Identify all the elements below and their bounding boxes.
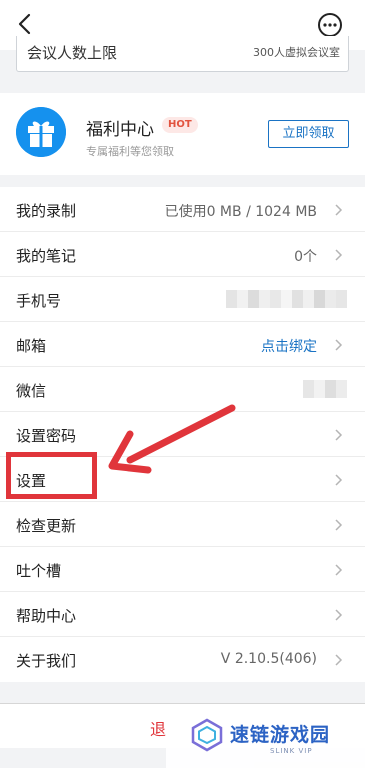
bind-email-link[interactable]: 点击绑定 (261, 336, 317, 356)
watermark-text: 速链游戏园 (230, 724, 331, 746)
meeting-capacity-card: 会议人数上限 300人虚拟会议室 (16, 36, 349, 72)
list-item-about-us[interactable]: 关于我们 V 2.10.5(406) (0, 637, 365, 682)
hot-badge: HOT (162, 117, 198, 133)
watermark-logo-icon (191, 718, 223, 752)
gift-icon (16, 107, 66, 157)
more-options-icon[interactable] (317, 12, 343, 38)
chevron-right-icon (335, 564, 343, 576)
chevron-right-icon (335, 204, 343, 216)
claim-now-button[interactable]: 立即领取 (268, 120, 349, 148)
list-item-label: 邮箱 (16, 337, 47, 355)
list-item-set-password[interactable]: 设置密码 (0, 412, 365, 457)
app-version: V 2.10.5(406) (220, 651, 317, 667)
list-item-value: 0个 (294, 249, 317, 265)
list-item-label: 微信 (16, 382, 47, 400)
list-item-label: 手机号 (16, 292, 62, 310)
list-item-label: 帮助中心 (16, 607, 77, 625)
chevron-right-icon (335, 249, 343, 261)
chevron-right-icon (335, 429, 343, 441)
welfare-center-card[interactable]: 福利中心 HOT 专属福利等您领取 立即领取 (0, 93, 365, 175)
chevron-right-icon (335, 339, 343, 351)
list-item-label: 我的录制 (16, 202, 77, 220)
list-item-phone[interactable]: 手机号 (0, 277, 365, 322)
welfare-subtitle: 专属福利等您领取 (86, 145, 174, 158)
settings-list: 我的录制 已使用0 MB / 1024 MB 我的笔记 0个 手机号 邮箱 点击… (0, 187, 365, 682)
chevron-right-icon (335, 654, 343, 666)
list-item-notes[interactable]: 我的笔记 0个 (0, 232, 365, 277)
list-item-check-update[interactable]: 检查更新 (0, 502, 365, 547)
list-item-label: 设置密码 (16, 427, 77, 445)
list-item-email[interactable]: 邮箱 点击绑定 (0, 322, 365, 367)
list-item-label: 吐个槽 (16, 562, 62, 580)
list-item-label: 我的笔记 (16, 247, 77, 265)
list-item-label: 检查更新 (16, 517, 77, 535)
list-item-value: 已使用0 MB / 1024 MB (164, 204, 317, 220)
welfare-title: 福利中心 (86, 120, 154, 140)
meeting-capacity-label: 会议人数上限 (27, 44, 118, 62)
watermark: 速链游戏园 SLINK VIP (166, 712, 365, 768)
list-item-recordings[interactable]: 我的录制 已使用0 MB / 1024 MB (0, 187, 365, 232)
redacted-phone-number (226, 290, 347, 308)
list-item-label: 关于我们 (16, 652, 77, 670)
list-item-help-center[interactable]: 帮助中心 (0, 592, 365, 637)
list-item-wechat[interactable]: 微信 (0, 367, 365, 412)
meeting-capacity-value: 300人虚拟会议室 (253, 46, 340, 59)
watermark-subtext: SLINK VIP (270, 747, 313, 755)
redacted-wechat-name (303, 380, 347, 398)
chevron-right-icon (335, 474, 343, 486)
back-arrow-icon[interactable] (14, 12, 36, 36)
annotation-highlight-box (6, 452, 97, 499)
chevron-right-icon (335, 609, 343, 621)
logout-label: 退 (150, 720, 167, 739)
list-item-feedback[interactable]: 吐个槽 (0, 547, 365, 592)
chevron-right-icon (335, 519, 343, 531)
